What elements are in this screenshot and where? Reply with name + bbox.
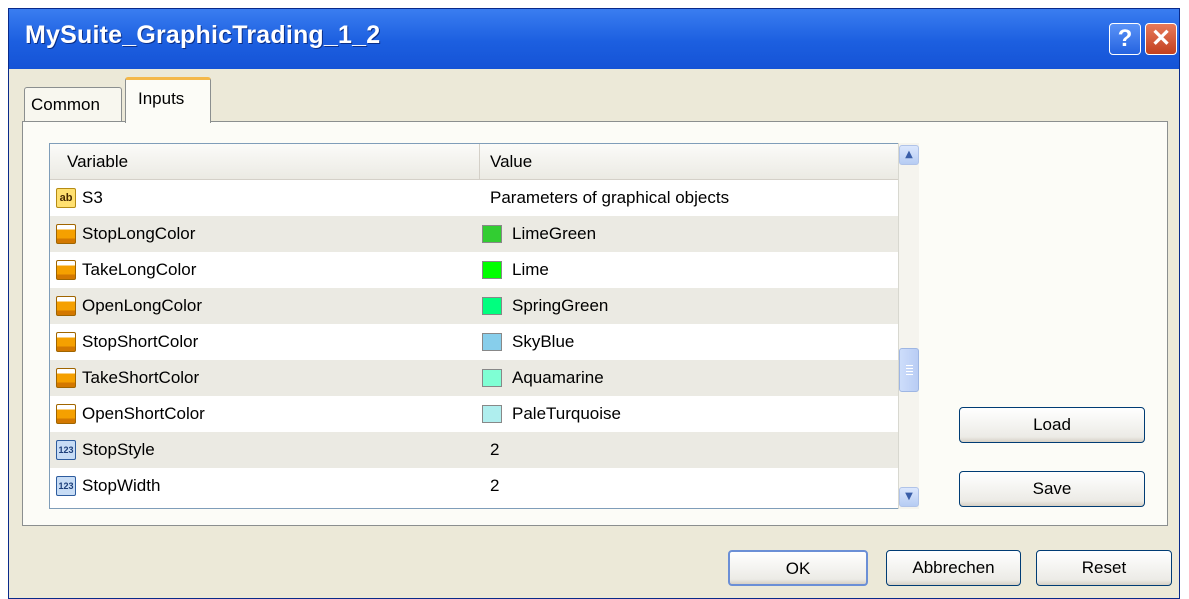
scroll-thumb[interactable]	[899, 348, 919, 392]
variable-name: OpenLongColor	[82, 296, 203, 315]
variable-name: TakeLongColor	[82, 260, 197, 279]
variable-name: S3	[82, 188, 103, 207]
variable-value[interactable]: 2	[490, 432, 499, 468]
table-row[interactable]: 123 StopWidth 2	[50, 468, 903, 504]
table-row[interactable]: StopLongColor LimeGreen	[50, 216, 903, 252]
color-swatch[interactable]	[482, 261, 502, 279]
variable-value[interactable]: Aquamarine	[512, 360, 604, 396]
variable-value[interactable]: Parameters of graphical objects	[490, 180, 729, 216]
variable-name: StopWidth	[82, 476, 161, 495]
variable-name: TakeShortColor	[82, 368, 200, 387]
color-icon	[56, 368, 76, 388]
variable-value[interactable]: PaleTurquoise	[512, 396, 621, 432]
scroll-up-icon[interactable]: ▲	[899, 145, 919, 165]
column-header-value[interactable]: Value	[480, 144, 903, 179]
variable-value[interactable]: 2	[490, 468, 499, 504]
tab-inputs[interactable]: Inputs	[125, 77, 211, 123]
table-row[interactable]: OpenShortColor PaleTurquoise	[50, 396, 903, 432]
table-row[interactable]: TakeLongColor Lime	[50, 252, 903, 288]
color-swatch[interactable]	[482, 369, 502, 387]
load-button[interactable]: Load	[959, 407, 1145, 443]
column-header-variable[interactable]: Variable	[50, 144, 480, 179]
close-button[interactable]: ✕	[1145, 23, 1177, 55]
table-row[interactable]: OpenLongColor SpringGreen	[50, 288, 903, 324]
color-icon	[56, 332, 76, 352]
color-icon	[56, 260, 76, 280]
window-title: MySuite_GraphicTrading_1_2	[25, 21, 381, 49]
tab-common[interactable]: Common	[24, 87, 122, 121]
cancel-button[interactable]: Abbrechen	[886, 550, 1021, 586]
scroll-down-icon[interactable]: ▼	[899, 487, 919, 507]
variable-name: StopStyle	[82, 440, 155, 459]
title-bar[interactable]: MySuite_GraphicTrading_1_2 ? ✕	[9, 9, 1179, 69]
string-icon: ab	[56, 188, 76, 208]
grid-header: Variable Value	[50, 144, 903, 180]
color-swatch[interactable]	[482, 297, 502, 315]
color-icon	[56, 224, 76, 244]
variable-name: OpenShortColor	[82, 404, 205, 423]
table-row[interactable]: StopShortColor SkyBlue	[50, 324, 903, 360]
integer-icon: 123	[56, 440, 76, 460]
reset-button[interactable]: Reset	[1036, 550, 1172, 586]
ok-button[interactable]: OK	[728, 550, 868, 586]
inputs-grid: Variable Value ab S3 Parameters of graphic…	[49, 143, 904, 509]
color-icon	[56, 296, 76, 316]
integer-icon: 123	[56, 476, 76, 496]
color-swatch[interactable]	[482, 405, 502, 423]
table-row[interactable]: 123 StopStyle 2	[50, 432, 903, 468]
variable-value[interactable]: Lime	[512, 252, 549, 288]
save-button[interactable]: Save	[959, 471, 1145, 507]
variable-value[interactable]: LimeGreen	[512, 216, 596, 252]
table-row[interactable]: ab S3 Parameters of graphical objects	[50, 180, 903, 216]
color-swatch[interactable]	[482, 225, 502, 243]
vertical-scrollbar[interactable]: ▲ ▼	[898, 143, 919, 509]
color-swatch[interactable]	[482, 333, 502, 351]
color-icon	[56, 404, 76, 424]
variable-name: StopLongColor	[82, 224, 196, 243]
help-button[interactable]: ?	[1109, 23, 1141, 55]
variable-name: StopShortColor	[82, 332, 199, 351]
variable-value[interactable]: SkyBlue	[512, 324, 574, 360]
variable-value[interactable]: SpringGreen	[512, 288, 608, 324]
table-row[interactable]: TakeShortColor Aquamarine	[50, 360, 903, 396]
